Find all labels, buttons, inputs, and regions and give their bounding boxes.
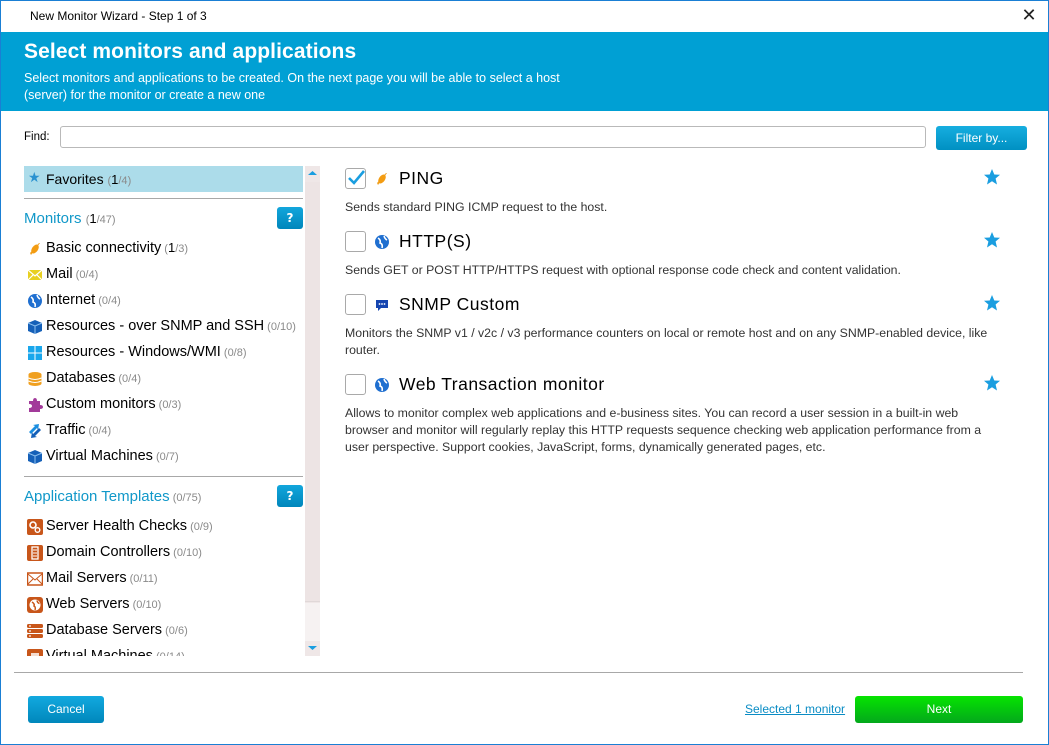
gears-icon: [27, 519, 43, 535]
monitor-checkbox-ping[interactable]: [345, 168, 366, 189]
scroll-up-arrow-icon[interactable]: [305, 166, 320, 181]
monitor-name: HTTP(S): [399, 231, 472, 251]
monitor-name: Web Transaction monitor: [399, 374, 605, 394]
checkmark-icon: [348, 170, 365, 185]
sidebar-item-internet[interactable]: Internet (0/4): [24, 290, 303, 312]
templates-count: (0/75): [169, 492, 202, 504]
monitor-description: Sends GET or POST HTTP/HTTPS request wit…: [345, 263, 901, 277]
database-icon: [28, 372, 42, 386]
wizard-header: Select monitors and applications Select …: [1, 32, 1048, 111]
find-input[interactable]: [60, 126, 926, 148]
globe-icon: [375, 235, 389, 249]
footer-divider: [14, 672, 1023, 673]
divider: [24, 476, 303, 477]
scrollbar-track[interactable]: [305, 603, 320, 641]
sidebar-item-mail-servers[interactable]: Mail Servers (0/11): [24, 568, 303, 590]
favorite-star-icon[interactable]: [983, 374, 1001, 392]
filter-by-button[interactable]: Filter by...: [936, 126, 1027, 150]
divider: [24, 198, 303, 199]
sidebar-item-web-servers[interactable]: Web Servers (0/10): [24, 594, 303, 616]
sidebar-item-traffic[interactable]: Traffic (0/4): [24, 420, 303, 442]
title-bar: New Monitor Wizard - Step 1 of 3 ✕: [1, 1, 1048, 32]
wizard-window: New Monitor Wizard - Step 1 of 3 ✕ Selec…: [0, 0, 1049, 745]
section-application-templates[interactable]: Application Templates (0/75): [24, 488, 201, 505]
sidebar-item-databases[interactable]: Databases (0/4): [24, 368, 303, 390]
connectivity-icon: [377, 173, 387, 185]
sidebar-item-virtual-machines-templates[interactable]: Virtual Machines (0/14): [24, 646, 303, 656]
globe-icon: [28, 294, 42, 308]
page-title: Select monitors and applications: [24, 40, 357, 63]
templates-help-button[interactable]: ?: [277, 485, 303, 507]
monitors-help-button[interactable]: ?: [277, 207, 303, 229]
close-icon[interactable]: ✕: [1018, 5, 1040, 27]
favorite-star-icon[interactable]: [983, 231, 1001, 249]
scrollbar-thumb[interactable]: [305, 182, 320, 602]
page-subtitle: Select monitors and applications to be c…: [24, 71, 560, 102]
sidebar-item-custom-monitors[interactable]: Custom monitors (0/3): [24, 394, 303, 416]
monitor-description: Monitors the SNMP v1 / v2c / v3 performa…: [345, 326, 988, 357]
sidebar-item-domain-controllers[interactable]: Domain Controllers (0/10): [24, 542, 303, 564]
favorite-star-icon[interactable]: [983, 294, 1001, 312]
monitor-checkbox-web-transaction[interactable]: [345, 374, 366, 395]
cube-icon: [27, 450, 43, 464]
cancel-button[interactable]: Cancel: [28, 696, 104, 723]
monitor-name: SNMP Custom: [399, 294, 520, 314]
favorites-label: Favorites: [46, 171, 104, 187]
find-label: Find:: [24, 131, 50, 143]
vm-template-icon: [27, 649, 43, 656]
database-server-icon: [27, 624, 43, 638]
category-scrollbar[interactable]: [305, 166, 320, 656]
selected-monitors-link[interactable]: Selected 1 monitor: [745, 702, 845, 716]
puzzle-icon: [29, 398, 43, 412]
sidebar-item-basic-connectivity[interactable]: Basic connectivity (1/3): [24, 238, 303, 260]
monitor-checkbox-snmp-custom[interactable]: [345, 294, 366, 315]
monitor-description: Sends standard PING ICMP request to the …: [345, 200, 608, 214]
sidebar-item-virtual-machines[interactable]: Virtual Machines (0/7): [24, 446, 303, 468]
mail-server-icon: [27, 572, 43, 586]
next-button[interactable]: Next: [855, 696, 1023, 723]
cube-icon: [27, 320, 43, 334]
window-title: New Monitor Wizard - Step 1 of 3: [30, 9, 207, 23]
sidebar-item-favorites[interactable]: ★ Favorites (1/4): [24, 166, 303, 192]
star-icon: ★: [28, 170, 41, 186]
connectivity-icon: [30, 243, 40, 255]
scroll-down-arrow-icon[interactable]: [305, 641, 320, 656]
sidebar-item-resources-snmp-ssh[interactable]: Resources - over SNMP and SSH (0/10): [24, 316, 303, 338]
category-list: ★ Favorites (1/4) Monitors (1/47) ? Basi…: [24, 166, 304, 656]
sidebar-item-database-servers[interactable]: Database Servers (0/6): [24, 620, 303, 642]
sidebar-item-resources-windows-wmi[interactable]: Resources - Windows/WMI (0/8): [24, 342, 303, 364]
traffic-arrows-icon: [29, 424, 41, 438]
favorite-star-icon[interactable]: [983, 168, 1001, 186]
sidebar-item-mail[interactable]: Mail (0/4): [24, 264, 303, 286]
domain-controller-icon: [27, 545, 43, 561]
favorites-count: (1/4): [107, 172, 132, 187]
monitor-description: Allows to monitor complex web applicatio…: [345, 406, 982, 454]
mail-icon: [27, 269, 43, 281]
monitors-count: (1/47): [85, 211, 116, 226]
monitor-checkbox-http[interactable]: [345, 231, 366, 252]
web-server-icon: [27, 597, 43, 613]
section-monitors[interactable]: Monitors (1/47): [24, 210, 116, 227]
windows-icon: [28, 346, 42, 360]
sidebar-item-server-health-checks[interactable]: Server Health Checks (0/9): [24, 516, 303, 538]
globe-icon: [375, 378, 389, 392]
monitor-name: PING: [399, 168, 444, 188]
chat-bubble-icon: [376, 300, 388, 311]
